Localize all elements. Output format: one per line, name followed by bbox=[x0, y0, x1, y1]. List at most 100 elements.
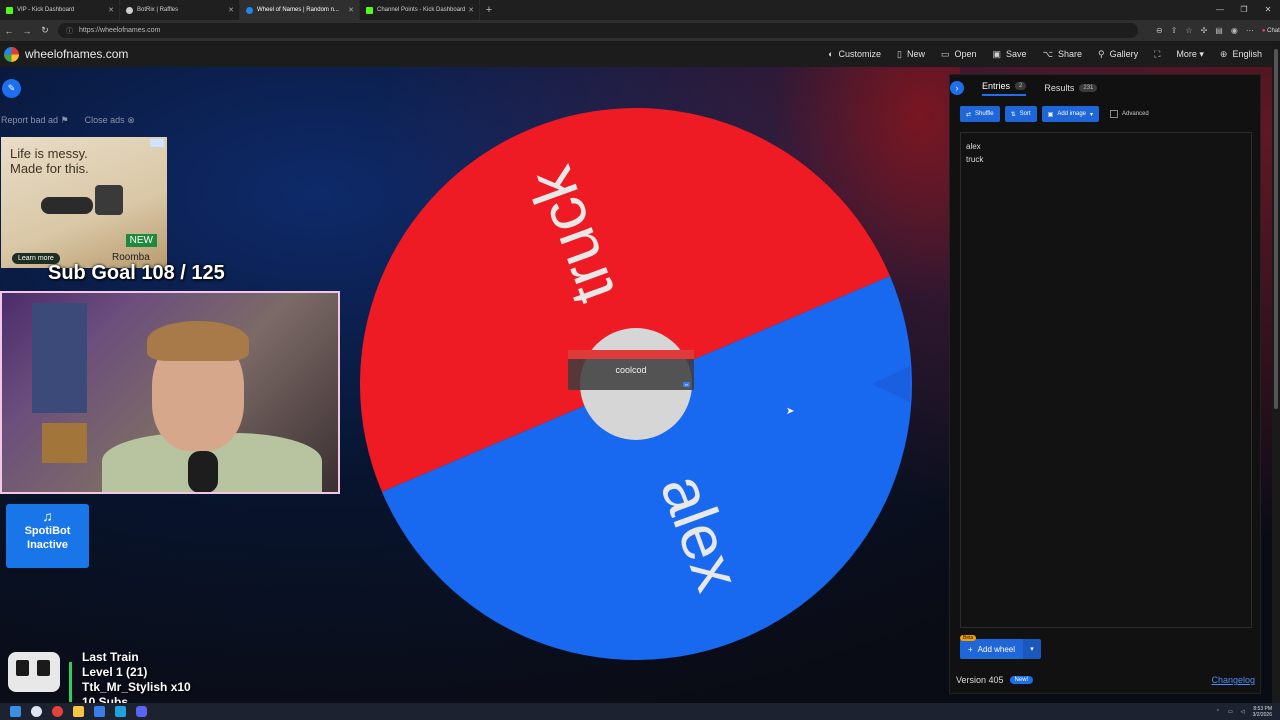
save-button[interactable]: ▣ Save bbox=[993, 49, 1027, 60]
version-info: Version 405 New! bbox=[956, 675, 1034, 685]
extensions-icon[interactable]: ✣ bbox=[1201, 26, 1208, 35]
sort-button[interactable]: ⇅ Sort bbox=[1004, 106, 1037, 122]
tab-results[interactable]: Results 231 bbox=[1044, 83, 1098, 93]
browser-tab[interactable]: Channel Points - Kick Dashboard ✕ bbox=[360, 0, 480, 20]
window-controls: — ❐ ✕ bbox=[1208, 0, 1280, 20]
zoom-icon[interactable]: ⊖ bbox=[1156, 26, 1163, 35]
browser-tab-active[interactable]: Wheel of Names | Random n... ✕ bbox=[240, 0, 360, 20]
language-button[interactable]: ⊕ English bbox=[1220, 49, 1262, 60]
kick-favicon-icon bbox=[6, 6, 13, 14]
fullscreen-icon: ⛶ bbox=[1154, 48, 1161, 59]
chat-button[interactable]: ● Chat bbox=[1262, 28, 1280, 34]
forward-icon[interactable]: → bbox=[18, 26, 36, 36]
fullscreen-button[interactable]: ⛶ bbox=[1154, 49, 1160, 60]
wheel-logo-icon bbox=[4, 46, 19, 62]
close-tab-icon[interactable]: ✕ bbox=[108, 6, 114, 14]
popup-button[interactable]: ▪▪ bbox=[683, 382, 690, 387]
chrome-icon[interactable] bbox=[52, 706, 63, 717]
wheel-favicon-icon bbox=[246, 6, 253, 14]
train-progress-bar bbox=[69, 662, 72, 702]
collections-icon[interactable]: ▤ bbox=[1215, 26, 1223, 35]
advanced-checkbox[interactable]: Advanced bbox=[1110, 110, 1149, 118]
windows-taskbar: ⌃ ▭ ◁ 8:53 PM 3/2/2026 bbox=[0, 703, 1280, 720]
store-icon[interactable] bbox=[115, 706, 126, 717]
file-icon: ▯ bbox=[897, 48, 902, 59]
close-ads-link[interactable]: Close ads ⊗ bbox=[85, 115, 135, 126]
image-icon: ▣ bbox=[1047, 111, 1054, 118]
popup-header bbox=[568, 350, 694, 359]
new-badge: New! bbox=[1009, 676, 1034, 684]
share-page-icon[interactable]: ⇪ bbox=[1171, 26, 1178, 35]
share-icon: ⌥ bbox=[1042, 48, 1053, 59]
toolbar-icons: ⊖ ⇪ ☆ ✣ ▤ ◉ ⋯ ● Chat bbox=[1156, 26, 1280, 35]
add-wheel-main[interactable]: + Add wheel bbox=[960, 639, 1024, 659]
add-wheel-button[interactable]: + Add wheel ▾ bbox=[960, 639, 1042, 659]
profile-avatar-icon[interactable]: ◉ bbox=[1231, 26, 1238, 35]
report-bad-ad-link[interactable]: Report bad ad ⚑ bbox=[1, 115, 69, 126]
app-icon[interactable] bbox=[94, 706, 105, 717]
close-window-icon[interactable]: ✕ bbox=[1256, 0, 1280, 20]
robot-dock-image bbox=[95, 185, 123, 215]
discord-icon[interactable] bbox=[136, 706, 147, 717]
clock[interactable]: 8:53 PM 3/2/2026 bbox=[1253, 706, 1272, 718]
site-header: wheelofnames.com ◐ Customize ▯ New ▭ Open ▣… bbox=[0, 41, 1272, 67]
add-wheel-dropdown[interactable]: ▾ bbox=[1023, 639, 1042, 659]
ad-links: Report bad ad ⚑ Close ads ⊗ bbox=[1, 115, 135, 126]
more-menu-button[interactable]: More ▾ bbox=[1176, 49, 1204, 60]
spotibot-widget: ♫ SpotiBot Inactive bbox=[6, 504, 89, 568]
url-field[interactable]: ⓘ https://wheelofnames.com bbox=[58, 23, 1138, 38]
adchoices-icon[interactable] bbox=[150, 139, 164, 147]
site-logo[interactable]: wheelofnames.com bbox=[0, 46, 128, 62]
save-icon: ▣ bbox=[992, 48, 1002, 59]
tab-entries[interactable]: Entries 2 bbox=[982, 81, 1027, 96]
site-info-icon[interactable]: ⓘ bbox=[66, 26, 73, 36]
browser-tab[interactable]: VIP - Kick Dashboard ✕ bbox=[0, 0, 120, 20]
folder-icon: ▭ bbox=[940, 48, 950, 59]
close-tab-icon[interactable]: ✕ bbox=[348, 6, 354, 14]
tray-arrow-icon[interactable]: ⌃ bbox=[1216, 709, 1220, 715]
cam-background-door bbox=[32, 303, 87, 413]
sub-goal-overlay: Sub Goal 108 / 125 bbox=[48, 262, 225, 284]
minimize-icon[interactable]: — bbox=[1208, 0, 1232, 20]
advertisement[interactable]: Life is messy. Made for this. NEW Learn m… bbox=[1, 137, 167, 268]
open-button[interactable]: ▭ Open bbox=[941, 49, 977, 60]
back-icon[interactable]: ← bbox=[0, 26, 18, 36]
search-icon[interactable] bbox=[31, 706, 42, 717]
edit-wheel-button[interactable]: ✎ bbox=[2, 79, 21, 98]
collapse-panel-button[interactable]: › bbox=[950, 81, 964, 95]
page-scrollbar[interactable] bbox=[1272, 41, 1280, 703]
cam-background-boxes bbox=[42, 423, 87, 463]
sort-icon: ⇅ bbox=[1010, 111, 1016, 118]
globe-icon: ⊕ bbox=[1219, 48, 1228, 59]
restore-icon[interactable]: ❐ bbox=[1232, 0, 1256, 20]
add-image-button[interactable]: ▣ Add image ▾ bbox=[1041, 106, 1100, 122]
close-tab-icon[interactable]: ✕ bbox=[468, 6, 474, 14]
shuffle-button[interactable]: ⇄ Shuffle bbox=[960, 106, 1000, 122]
entries-count-badge: 2 bbox=[1015, 81, 1027, 90]
volume-icon[interactable]: ◁ bbox=[1241, 709, 1245, 715]
music-note-icon: ♫ bbox=[42, 508, 53, 524]
bookmark-star-icon[interactable]: ☆ bbox=[1185, 26, 1192, 35]
close-tab-icon[interactable]: ✕ bbox=[228, 6, 234, 14]
windows-start-icon[interactable] bbox=[10, 706, 21, 717]
address-bar-row: ← → ↻ ⓘ https://wheelofnames.com ⊖ ⇪ ☆ ✣ … bbox=[0, 20, 1280, 41]
new-button[interactable]: ▯ New bbox=[897, 49, 925, 60]
changelog-link[interactable]: Changelog bbox=[1211, 675, 1255, 685]
share-button[interactable]: ⌥ Share bbox=[1043, 49, 1082, 60]
close-circle-icon: ⊗ bbox=[127, 115, 135, 125]
new-tab-button[interactable]: + bbox=[480, 4, 498, 16]
copilot-icon: ● bbox=[1261, 27, 1266, 34]
checkbox-box[interactable] bbox=[1110, 110, 1119, 118]
explorer-icon[interactable] bbox=[73, 706, 84, 717]
browser-tab[interactable]: BotRix | Raffles ✕ bbox=[120, 0, 240, 20]
entries-textarea[interactable]: alex truck bbox=[960, 132, 1252, 628]
botrix-favicon-icon bbox=[126, 6, 133, 14]
menu-dots-icon[interactable]: ⋯ bbox=[1246, 26, 1254, 35]
chevron-down-icon: ▾ bbox=[1030, 646, 1034, 653]
gallery-button[interactable]: ⚲ Gallery bbox=[1098, 49, 1138, 60]
reload-icon[interactable]: ↻ bbox=[36, 25, 54, 36]
scrollbar-thumb[interactable] bbox=[1274, 49, 1278, 409]
network-icon[interactable]: ▭ bbox=[1228, 709, 1233, 715]
customize-button[interactable]: ◐ Customize bbox=[828, 49, 881, 59]
kick-favicon-icon bbox=[366, 6, 373, 14]
